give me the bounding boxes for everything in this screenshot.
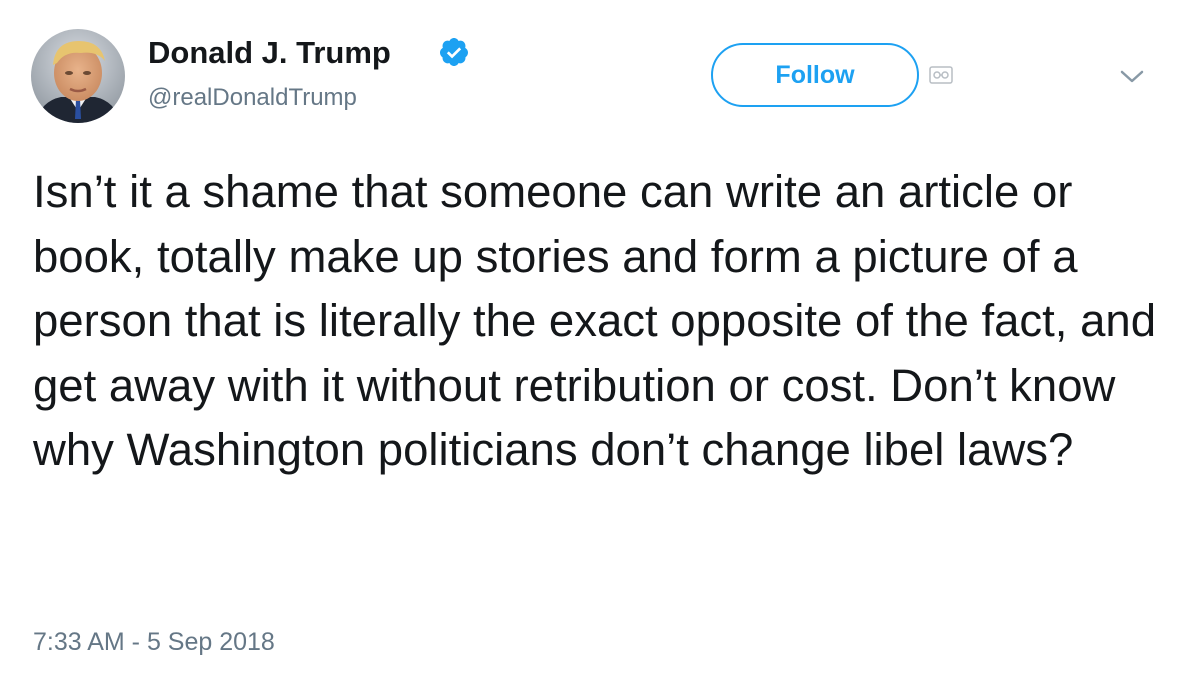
- avatar[interactable]: [31, 29, 125, 123]
- display-name[interactable]: Donald J. Trump: [148, 33, 391, 73]
- verified-badge-icon: [439, 38, 468, 66]
- tweet-timestamp[interactable]: 7:33 AM - 5 Sep 2018: [33, 626, 275, 658]
- browser-extension-icon[interactable]: [929, 66, 953, 84]
- user-handle[interactable]: @realDonaldTrump: [148, 82, 357, 114]
- chevron-down-icon[interactable]: [1119, 68, 1145, 86]
- profile-photo: [31, 29, 125, 123]
- follow-button[interactable]: Follow: [711, 43, 919, 107]
- tweet-text: Isn’t it a shame that someone can write …: [33, 166, 1156, 475]
